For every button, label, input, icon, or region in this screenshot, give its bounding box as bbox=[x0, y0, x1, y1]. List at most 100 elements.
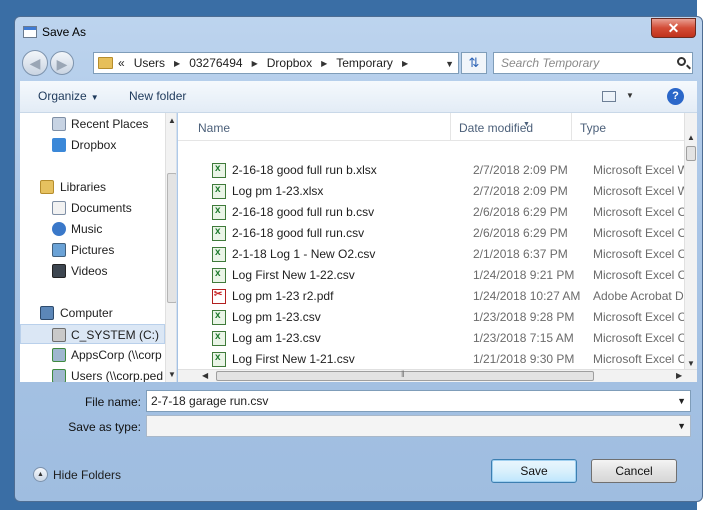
chevron-down-icon[interactable]: ▼ bbox=[677, 421, 686, 431]
save-as-type-select[interactable]: ▼ bbox=[146, 415, 691, 437]
breadcrumb-users[interactable]: Users bbox=[134, 56, 165, 70]
breadcrumb-overflow[interactable]: « bbox=[118, 56, 125, 70]
column-divider[interactable] bbox=[571, 113, 572, 141]
nav-item-dropbox[interactable]: Dropbox bbox=[20, 135, 165, 155]
file-date: 1/23/2018 7:15 AM bbox=[473, 331, 574, 345]
file-row[interactable]: Log First New 1-22.csv 1/24/2018 9:21 PM… bbox=[178, 265, 696, 286]
file-date: 2/6/2018 6:29 PM bbox=[473, 205, 568, 219]
scroll-down-icon[interactable]: ▼ bbox=[687, 359, 695, 368]
breadcrumb-user-id[interactable]: 03276494 bbox=[189, 56, 242, 70]
column-type[interactable]: Type bbox=[580, 121, 606, 135]
breadcrumb: « Users ▶ 03276494 ▶ Dropbox ▶ Temporary… bbox=[118, 56, 417, 70]
file-row[interactable]: Log pm 1-23 r2.pdf 1/24/2018 10:27 AM Ad… bbox=[178, 286, 694, 307]
scroll-grip-icon: ‖ bbox=[401, 369, 405, 379]
nav-item-users[interactable]: Users (\\corp.ped bbox=[20, 366, 165, 382]
nav-item-videos[interactable]: Videos bbox=[20, 261, 165, 281]
save-as-dialog: Save As ✕ ◀ ▶ « Users ▶ 03276494 ▶ Dropb… bbox=[14, 16, 703, 502]
file-name: 2-16-18 good full run b.xlsx bbox=[232, 163, 377, 177]
nav-item-libraries[interactable]: Libraries bbox=[20, 177, 165, 197]
file-date: 2/7/2018 2:09 PM bbox=[473, 184, 568, 198]
caret-down-icon[interactable]: ▼ bbox=[626, 91, 634, 100]
file-name-value: 2-7-18 garage run.csv bbox=[151, 394, 269, 408]
column-date-modified[interactable]: Date modified bbox=[459, 121, 533, 135]
recent-places-icon bbox=[52, 117, 66, 131]
hide-folders-button[interactable]: Hide Folders bbox=[53, 468, 121, 482]
file-type: Microsoft Excel W... bbox=[593, 184, 697, 198]
scroll-up-icon[interactable]: ▲ bbox=[168, 116, 176, 125]
file-row[interactable]: Log pm 1-23.xlsx 2/7/2018 2:09 PM Micros… bbox=[178, 181, 697, 202]
chevron-up-icon[interactable]: ▲ bbox=[33, 467, 48, 482]
chevron-right-icon[interactable]: ▶ bbox=[321, 59, 327, 68]
scroll-down-icon[interactable]: ▼ bbox=[168, 370, 176, 379]
scroll-thumb[interactable] bbox=[167, 173, 176, 303]
file-list-vertical-scrollbar[interactable]: ▲ ▼ bbox=[684, 113, 697, 382]
chevron-down-icon[interactable]: ▼ bbox=[677, 396, 686, 406]
excel-file-icon bbox=[212, 163, 226, 178]
close-button[interactable]: ✕ bbox=[651, 18, 696, 38]
file-list: Name ▼ Date modified Type 2-16-18 good f… bbox=[178, 113, 697, 382]
file-row[interactable]: Log pm 1-23.csv 1/23/2018 9:28 PM Micros… bbox=[178, 307, 696, 328]
file-row[interactable]: 2-16-18 good full run.csv 2/6/2018 6:29 … bbox=[178, 223, 696, 244]
address-bar[interactable]: « Users ▶ 03276494 ▶ Dropbox ▶ Temporary… bbox=[93, 52, 459, 74]
file-date: 2/6/2018 6:29 PM bbox=[473, 226, 568, 240]
chevron-down-icon[interactable]: ▼ bbox=[445, 59, 454, 69]
nav-item-c-system[interactable]: C_SYSTEM (C:) bbox=[20, 324, 165, 344]
nav-item-label: Recent Places bbox=[71, 117, 149, 131]
chevron-right-icon[interactable]: ▶ bbox=[252, 59, 258, 68]
file-type: Microsoft Excel C... bbox=[593, 247, 697, 261]
save-button[interactable]: Save bbox=[491, 459, 577, 483]
search-icon[interactable] bbox=[677, 57, 686, 66]
file-date: 1/21/2018 9:30 PM bbox=[473, 352, 575, 366]
file-type: Microsoft Excel W... bbox=[593, 163, 697, 177]
search-input[interactable]: Search Temporary bbox=[493, 52, 693, 74]
chevron-right-icon[interactable]: ▶ bbox=[402, 59, 408, 68]
nav-item-recent-places[interactable]: Recent Places bbox=[20, 114, 165, 134]
scroll-left-icon[interactable]: ◀ bbox=[202, 371, 208, 380]
nav-item-documents[interactable]: Documents bbox=[20, 198, 165, 218]
file-type: Microsoft Excel C... bbox=[593, 331, 697, 345]
back-arrow-icon: ◀ bbox=[29, 55, 41, 71]
organize-button[interactable]: Organize ▼ bbox=[38, 89, 99, 103]
file-row[interactable]: 2-16-18 good full run b.xlsx 2/7/2018 2:… bbox=[178, 160, 697, 181]
title-bar[interactable]: Save As ✕ bbox=[15, 17, 702, 47]
new-folder-button[interactable]: New folder bbox=[129, 89, 186, 103]
excel-file-icon bbox=[212, 268, 226, 283]
chevron-right-icon[interactable]: ▶ bbox=[174, 59, 180, 68]
file-name: 2-16-18 good full run.csv bbox=[232, 226, 365, 240]
scroll-thumb[interactable]: ‖ bbox=[216, 369, 594, 381]
breadcrumb-temporary[interactable]: Temporary bbox=[336, 56, 393, 70]
back-button[interactable]: ◀ bbox=[22, 50, 48, 76]
excel-file-icon bbox=[212, 352, 226, 367]
nav-item-appscorp[interactable]: AppsCorp (\\corp bbox=[20, 345, 165, 365]
file-row[interactable]: 2-1-18 Log 1 - New O2.csv 2/1/2018 6:37 … bbox=[178, 244, 696, 265]
forward-button[interactable]: ▶ bbox=[50, 51, 74, 75]
file-row[interactable]: Log am 1-23.csv 1/23/2018 7:15 AM Micros… bbox=[178, 328, 696, 349]
excel-file-icon bbox=[212, 205, 226, 220]
nav-item-pictures[interactable]: Pictures bbox=[20, 240, 165, 260]
file-name-field[interactable]: 2-7-18 garage run.csv ▼ bbox=[146, 390, 691, 412]
excel-file-icon bbox=[212, 310, 226, 325]
nav-item-label: Documents bbox=[71, 201, 132, 215]
excel-file-icon bbox=[212, 331, 226, 346]
forward-arrow-icon: ▶ bbox=[56, 56, 68, 72]
videos-icon bbox=[52, 264, 66, 278]
nav-scrollbar[interactable]: ▲ ▼ bbox=[165, 113, 176, 382]
file-row[interactable]: Log First New 1-21.csv 1/21/2018 9:30 PM… bbox=[178, 349, 696, 370]
change-view-icon[interactable] bbox=[602, 91, 616, 102]
nav-item-label: Users (\\corp.ped bbox=[71, 369, 164, 382]
breadcrumb-dropbox[interactable]: Dropbox bbox=[267, 56, 312, 70]
excel-file-icon bbox=[212, 226, 226, 241]
scroll-thumb[interactable] bbox=[686, 146, 696, 161]
column-divider[interactable] bbox=[450, 113, 451, 141]
help-icon[interactable]: ? bbox=[667, 88, 684, 105]
nav-item-label: Videos bbox=[71, 264, 108, 278]
scroll-up-icon[interactable]: ▲ bbox=[687, 133, 695, 142]
nav-item-computer[interactable]: Computer bbox=[20, 303, 165, 323]
scroll-right-icon[interactable]: ▶ bbox=[676, 371, 682, 380]
file-list-horizontal-scrollbar[interactable]: ◀ ‖ ▶ bbox=[178, 369, 697, 382]
cancel-button[interactable]: Cancel bbox=[591, 459, 677, 483]
refresh-button[interactable]: ⇅ bbox=[461, 52, 487, 74]
column-name[interactable]: Name bbox=[198, 121, 230, 135]
nav-item-music[interactable]: Music bbox=[20, 219, 165, 239]
file-row[interactable]: 2-16-18 good full run b.csv 2/6/2018 6:2… bbox=[178, 202, 696, 223]
